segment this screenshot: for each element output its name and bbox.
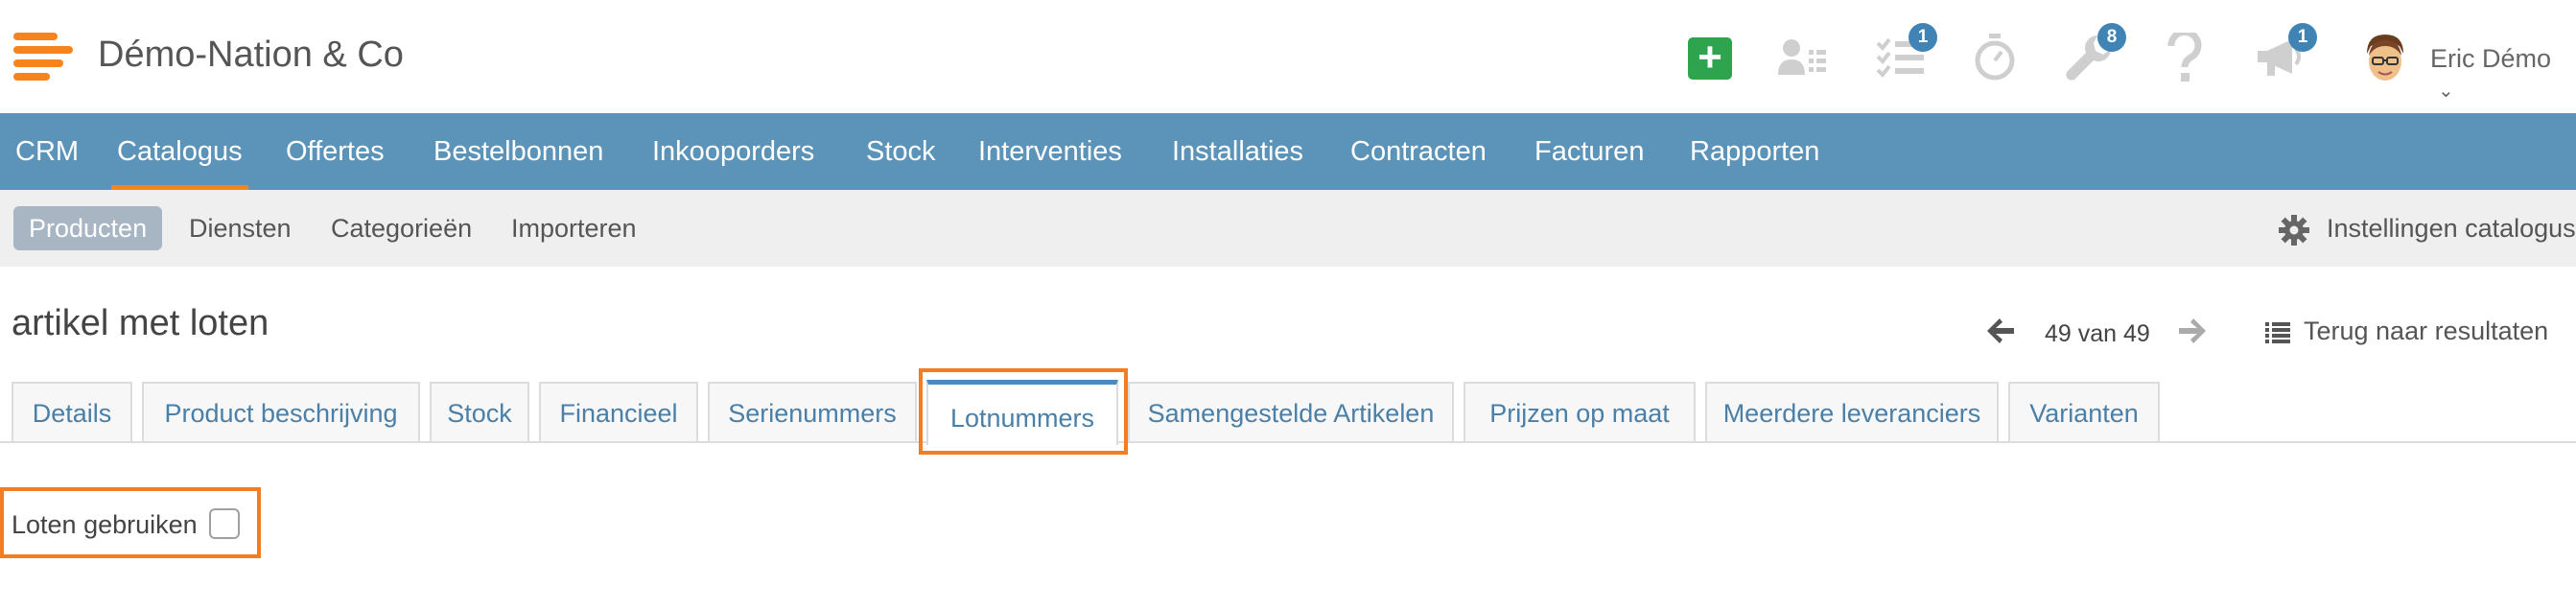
nav-item-facturen[interactable]: Facturen xyxy=(1534,113,1644,190)
tab-samengestelde-artikelen[interactable]: Samengestelde Artikelen xyxy=(1128,382,1454,441)
previous-arrow-icon[interactable] xyxy=(1985,317,2016,345)
quick-add-button[interactable]: + xyxy=(1688,36,1732,80)
tab-prijzen-op-maat[interactable]: Prijzen op maat xyxy=(1464,382,1696,441)
tab-details[interactable]: Details xyxy=(12,382,132,441)
subnav-item-producten[interactable]: Producten xyxy=(13,206,163,250)
help-icon[interactable] xyxy=(2156,29,2213,86)
next-arrow-icon[interactable] xyxy=(2177,317,2208,345)
nav-item-catalogus[interactable]: Catalogus xyxy=(111,113,248,190)
list-icon xyxy=(2265,322,2290,343)
nav-item-bestelbonnen[interactable]: Bestelbonnen xyxy=(433,113,603,190)
sub-nav: Producten Diensten Categorieën Importere… xyxy=(0,190,2576,267)
tools-badge: 8 xyxy=(2097,23,2126,52)
contacts-icon[interactable] xyxy=(1774,29,1832,86)
announcements-badge: 1 xyxy=(2288,23,2317,52)
pager-count: 49 van 49 xyxy=(2045,320,2150,347)
tab-meerdere-leveranciers[interactable]: Meerdere leveranciers xyxy=(1705,382,1999,441)
main-nav: CRM Catalogus Offertes Bestelbonnen Inko… xyxy=(0,113,2576,190)
back-to-results-label: Terug naar resultaten xyxy=(2304,317,2549,345)
subnav-item-importeren[interactable]: Importeren xyxy=(511,206,637,250)
subnav-item-diensten[interactable]: Diensten xyxy=(189,206,292,250)
nav-item-interventies[interactable]: Interventies xyxy=(978,113,1122,190)
nav-item-rapporten[interactable]: Rapporten xyxy=(1690,113,1819,190)
tab-varianten[interactable]: Varianten xyxy=(2008,382,2160,441)
highlight-use-lots xyxy=(0,487,261,558)
highlight-tab-lotnummers xyxy=(919,368,1128,455)
nav-item-stock[interactable]: Stock xyxy=(866,113,936,190)
chevron-down-icon: ⌄ xyxy=(2438,81,2454,102)
user-name: Eric Démo xyxy=(2430,44,2552,73)
tasks-badge: 1 xyxy=(1909,23,1937,52)
nav-item-inkooporders[interactable]: Inkooporders xyxy=(652,113,814,190)
top-bar: Démo-Nation & Co + 1 8 1 Eric Démo ⌄ xyxy=(0,0,2576,113)
app-logo-icon[interactable] xyxy=(13,33,73,82)
user-avatar[interactable] xyxy=(2361,33,2409,86)
page-title: artikel met loten xyxy=(12,303,269,343)
tab-financieel[interactable]: Financieel xyxy=(539,382,698,441)
tab-product-beschrijving[interactable]: Product beschrijving xyxy=(142,382,420,441)
gear-icon xyxy=(2279,215,2309,246)
timer-icon[interactable] xyxy=(1966,29,2024,86)
nav-item-offertes[interactable]: Offertes xyxy=(286,113,385,190)
company-name[interactable]: Démo-Nation & Co xyxy=(98,35,404,76)
tab-stock[interactable]: Stock xyxy=(430,382,529,441)
tab-serienummers[interactable]: Serienummers xyxy=(708,382,917,441)
subnav-item-categorieen[interactable]: Categorieën xyxy=(331,206,472,250)
nav-item-crm[interactable]: CRM xyxy=(15,113,79,190)
nav-item-contracten[interactable]: Contracten xyxy=(1350,113,1487,190)
nav-item-installaties[interactable]: Installaties xyxy=(1172,113,1303,190)
catalog-settings-label: Instellingen catalogus xyxy=(2327,214,2576,243)
user-menu[interactable]: Eric Démo ⌄ xyxy=(2430,44,2576,104)
